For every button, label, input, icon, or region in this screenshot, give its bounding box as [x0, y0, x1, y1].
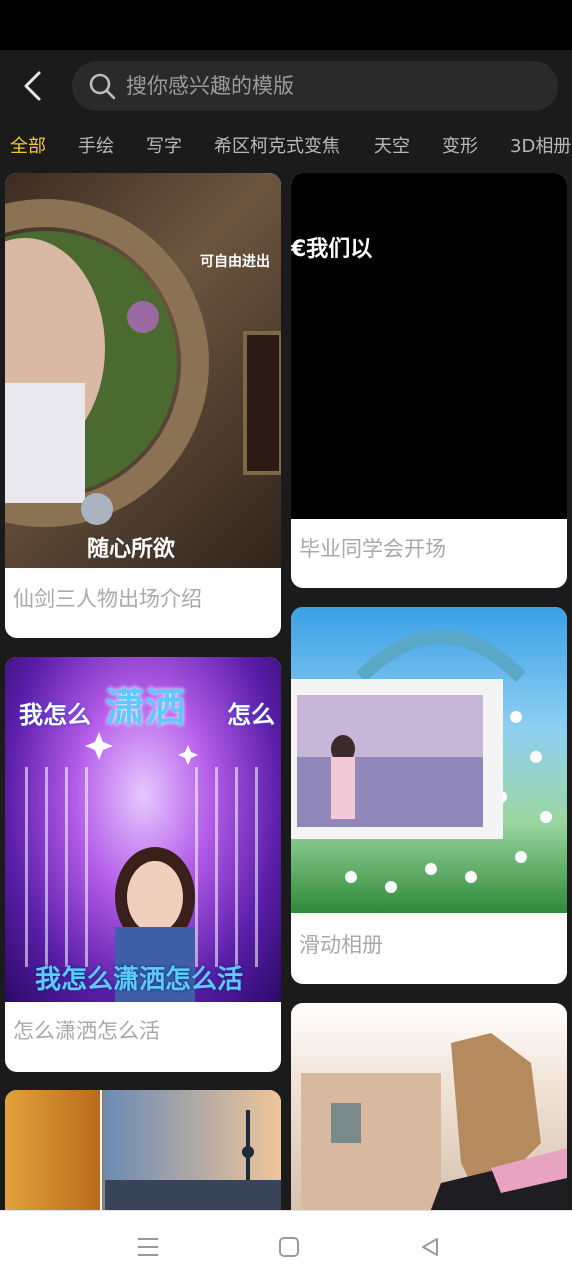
ornate-frame-graphic	[5, 199, 281, 527]
search-input[interactable]	[126, 74, 526, 98]
template-title: 仙剑三人物出场介绍	[13, 587, 202, 611]
category-tabs: 全部 手绘 写字 希区柯克式变焦 天空 变形 3D相册	[0, 122, 572, 168]
back-triangle-icon	[422, 1238, 438, 1256]
template-card[interactable]: 滑动相册	[291, 607, 567, 984]
menu-icon	[138, 1238, 158, 1256]
template-card[interactable]: 我怎么 潇洒 怎么 我怎么潇洒怎么活 怎么潇洒怎么活	[5, 657, 281, 1072]
back-button[interactable]	[14, 67, 52, 105]
template-thumbnail: 我怎么 潇洒 怎么 我怎么潇洒怎么活	[5, 657, 281, 1002]
top-bar	[0, 50, 572, 122]
overlay-bottom: 我怎么潇洒怎么活	[35, 965, 244, 995]
template-card[interactable]	[5, 1090, 281, 1210]
overlay-top-right: 怎么	[227, 701, 275, 729]
overlay-caption-small: 可自由进出	[200, 254, 270, 270]
home-square-icon	[279, 1237, 299, 1257]
overlay-caption: €我们以	[291, 237, 373, 262]
overlay-caption: 随心所欲	[87, 537, 176, 562]
template-thumbnail	[291, 1003, 567, 1210]
tab-3d-album[interactable]: 3D相册	[510, 132, 571, 158]
template-thumbnail: 可自由进出 随心所欲	[5, 173, 281, 568]
tab-all[interactable]: 全部	[10, 132, 46, 158]
template-card[interactable]: €我们以 毕业同学会开场	[291, 173, 567, 588]
template-card[interactable]	[291, 1003, 567, 1210]
graduation-photo-graphic	[301, 1033, 567, 1210]
search-bar[interactable]	[72, 61, 558, 111]
overlay-top-big: 潇洒	[105, 685, 185, 731]
chevron-left-icon	[24, 71, 41, 101]
template-title: 滑动相册	[299, 933, 383, 957]
status-bar	[0, 0, 572, 50]
overlay-top-left: 我怎么	[19, 701, 91, 729]
template-thumbnail	[291, 607, 567, 913]
tab-hand-drawn[interactable]: 手绘	[78, 132, 114, 158]
back-nav-button[interactable]	[412, 1229, 448, 1265]
template-thumbnail: €我们以	[291, 173, 567, 519]
album-collage-graphic	[291, 630, 552, 893]
tab-morph[interactable]: 变形	[442, 132, 478, 158]
city-skyline-graphic	[100, 1090, 281, 1210]
template-title: 怎么潇洒怎么活	[13, 1019, 160, 1043]
template-thumbnail	[5, 1090, 281, 1210]
template-title: 毕业同学会开场	[299, 537, 446, 561]
template-card[interactable]: 可自由进出 随心所欲 仙剑三人物出场介绍	[5, 173, 281, 638]
home-button[interactable]	[271, 1229, 307, 1265]
tab-writing[interactable]: 写字	[146, 132, 182, 158]
template-grid: 可自由进出 随心所欲 仙剑三人物出场介绍 €我们以 毕业同学会开场 我怎么 潇洒…	[0, 168, 572, 1210]
system-nav-bar	[0, 1210, 572, 1280]
tab-hitchcock-zoom[interactable]: 希区柯克式变焦	[214, 132, 340, 158]
menu-button[interactable]	[130, 1229, 166, 1265]
tab-sky[interactable]: 天空	[374, 132, 410, 158]
search-icon	[89, 73, 116, 100]
